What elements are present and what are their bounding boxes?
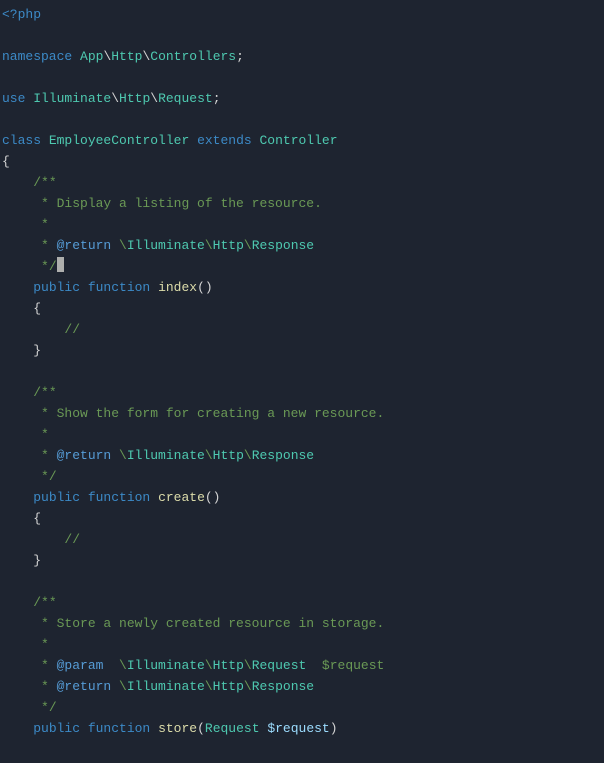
doc-ns-1: Http	[213, 679, 244, 694]
docblock-line: * Display a listing of the resource.	[33, 196, 322, 211]
doc-ns-0: Illuminate	[127, 679, 205, 694]
docblock-star: *	[33, 238, 56, 253]
ns-sep: \	[111, 91, 119, 106]
ns-seg-1: Http	[111, 49, 142, 64]
fn-parens: ()	[205, 490, 221, 505]
docblock-close: */	[33, 259, 56, 274]
space	[150, 490, 158, 505]
doc-ns-2: Request	[252, 658, 307, 673]
kw-namespace: namespace	[2, 49, 72, 64]
use-seg-2: Request	[158, 91, 213, 106]
doc-path-pre: \	[111, 448, 127, 463]
parent-class: Controller	[260, 133, 338, 148]
brace-open: {	[2, 154, 10, 169]
docblock-open: /**	[33, 595, 56, 610]
doc-ns-2: Response	[252, 448, 314, 463]
text-cursor	[57, 257, 64, 272]
semicolon: ;	[213, 91, 221, 106]
fn-mods: public function	[33, 721, 150, 736]
doc-ns-1: Http	[213, 238, 244, 253]
docblock-open: /**	[33, 385, 56, 400]
doc-annotation: @return	[57, 448, 112, 463]
doc-ns-0: Illuminate	[127, 448, 205, 463]
semicolon: ;	[236, 49, 244, 64]
ns-sep: \	[244, 679, 252, 694]
brace-open: {	[33, 301, 41, 316]
ns-sep: \	[150, 91, 158, 106]
docblock-line: * Store a newly created resource in stor…	[33, 616, 384, 631]
brace-close: }	[33, 553, 41, 568]
space	[150, 721, 158, 736]
ns-sep: \	[205, 238, 213, 253]
docblock-line: *	[33, 427, 49, 442]
kw-use: use	[2, 91, 25, 106]
ns-sep: \	[244, 238, 252, 253]
doc-annotation: @return	[57, 238, 112, 253]
paren-close: )	[330, 721, 338, 736]
space	[252, 133, 260, 148]
param-var: $request	[267, 721, 329, 736]
line-comment: //	[64, 532, 80, 547]
doc-annotation: @return	[57, 679, 112, 694]
docblock-open: /**	[33, 175, 56, 190]
kw-class: class	[2, 133, 41, 148]
fn-mods: public function	[33, 490, 150, 505]
ns-sep: \	[244, 448, 252, 463]
docblock-close: */	[33, 469, 56, 484]
line-comment: //	[64, 322, 80, 337]
space	[41, 133, 49, 148]
space	[72, 49, 80, 64]
fn-mods: public function	[33, 280, 150, 295]
doc-ns-1: Http	[213, 658, 244, 673]
docblock-star: *	[33, 679, 56, 694]
doc-ns-2: Response	[252, 238, 314, 253]
fn-name-index: index	[158, 280, 197, 295]
docblock-line: *	[33, 637, 49, 652]
ns-sep: \	[205, 658, 213, 673]
doc-param-var: $request	[306, 658, 384, 673]
ns-sep: \	[205, 448, 213, 463]
docblock-close: */	[33, 700, 56, 715]
fn-name-create: create	[158, 490, 205, 505]
brace-open: {	[33, 511, 41, 526]
kw-extends: extends	[197, 133, 252, 148]
ns-seg-2: Controllers	[150, 49, 236, 64]
class-name: EmployeeController	[49, 133, 189, 148]
space	[189, 133, 197, 148]
ns-sep: \	[244, 658, 252, 673]
doc-ns-0: Illuminate	[127, 658, 205, 673]
doc-path-pre: \	[111, 679, 127, 694]
brace-close: }	[33, 343, 41, 358]
doc-path-pre: \	[103, 658, 126, 673]
docblock-star: *	[33, 448, 56, 463]
php-open-tag: <?php	[2, 7, 41, 22]
space	[150, 280, 158, 295]
docblock-star: *	[33, 658, 56, 673]
doc-ns-1: Http	[213, 448, 244, 463]
doc-path-pre: \	[111, 238, 127, 253]
docblock-line: *	[33, 217, 49, 232]
fn-parens: ()	[197, 280, 213, 295]
paren-open: (	[197, 721, 205, 736]
doc-ns-2: Response	[252, 679, 314, 694]
param-type: Request	[205, 721, 260, 736]
ns-seg-0: App	[80, 49, 103, 64]
use-seg-0: Illuminate	[33, 91, 111, 106]
fn-name-store: store	[158, 721, 197, 736]
ns-sep: \	[205, 679, 213, 694]
doc-annotation: @param	[57, 658, 104, 673]
use-seg-1: Http	[119, 91, 150, 106]
docblock-line: * Show the form for creating a new resou…	[33, 406, 384, 421]
code-editor[interactable]: <?php namespace App\Http\Controllers; us…	[0, 0, 604, 739]
doc-ns-0: Illuminate	[127, 238, 205, 253]
